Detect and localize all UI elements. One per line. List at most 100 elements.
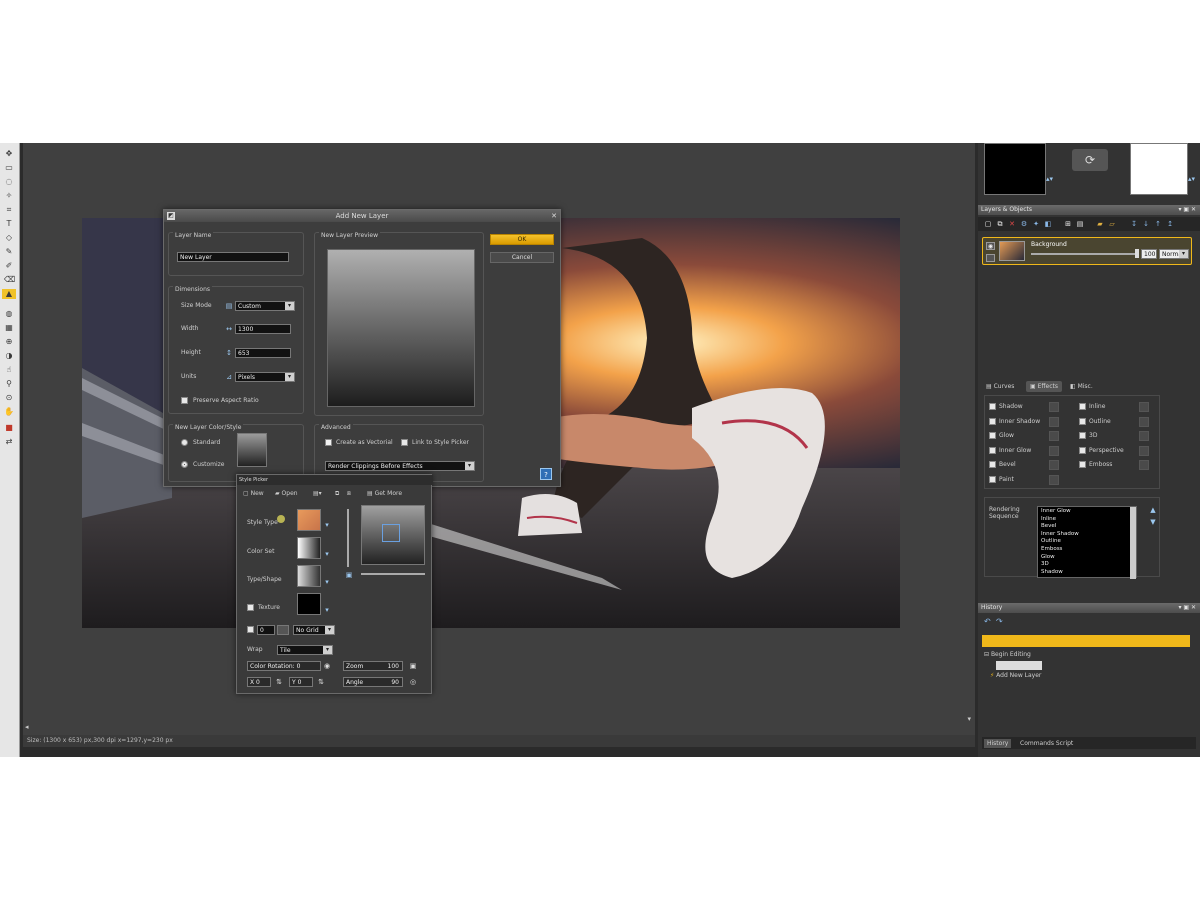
texture-menu-icon[interactable]: ▾ <box>323 606 331 614</box>
standard-radio[interactable] <box>181 439 188 446</box>
delete-layer-icon[interactable]: ✕ <box>1008 220 1016 228</box>
y-spin-icon[interactable]: ⇅ <box>317 678 325 686</box>
type-shape-swatch[interactable] <box>297 565 321 587</box>
effect-settings-icon[interactable] <box>1139 431 1149 441</box>
copy-icon[interactable]: ⧉ <box>335 490 339 498</box>
tab-history[interactable]: History <box>984 739 1012 748</box>
zoom-field[interactable]: Zoom 100 <box>343 661 403 671</box>
preserve-aspect-checkbox[interactable] <box>181 397 188 404</box>
effect-row[interactable]: Inner Shadow <box>989 416 1069 427</box>
zoom-icon[interactable]: ▣ <box>409 662 417 670</box>
history-item-add-layer[interactable]: ⚡ Add New Layer <box>990 672 1041 679</box>
dodge-tool-icon[interactable]: ◑ <box>4 351 14 361</box>
effect-settings-icon[interactable] <box>1049 416 1059 427</box>
effect-row[interactable]: Shadow <box>989 402 1069 412</box>
brush-tool-icon[interactable]: ✐ <box>4 261 14 271</box>
effect-row[interactable]: Inline <box>1079 402 1159 412</box>
move-tool-icon[interactable]: ✥ <box>4 149 14 159</box>
effect-settings-icon[interactable] <box>1049 445 1059 456</box>
crop-tool-icon[interactable]: ⌗ <box>4 205 14 215</box>
y-field[interactable]: Y 0 <box>289 677 313 687</box>
texture-swatch[interactable] <box>297 593 321 615</box>
opacity-input[interactable]: 100 <box>1141 249 1157 259</box>
render-order-select[interactable]: Render Clippings Before Effects ▾ <box>325 461 475 471</box>
style-type-swatch[interactable] <box>297 509 321 531</box>
zoom-tool-icon[interactable]: ⊙ <box>4 393 14 403</box>
effect-checkbox[interactable] <box>989 403 996 410</box>
effect-checkbox[interactable] <box>1079 461 1086 468</box>
shape-tool-icon[interactable]: ◇ <box>4 233 14 243</box>
x-spin-icon[interactable]: ⇅ <box>275 678 283 686</box>
group-icon[interactable]: ▰ <box>1096 220 1104 228</box>
tab-misc[interactable]: ◧ Misc. <box>1070 383 1093 390</box>
rendering-item[interactable]: Emboss <box>1041 546 1062 552</box>
rendering-item[interactable]: Shadow <box>1041 569 1063 575</box>
effect-settings-icon[interactable] <box>1049 474 1059 485</box>
new-style-button[interactable]: ▢ New <box>243 490 264 497</box>
effect-checkbox[interactable] <box>989 417 996 425</box>
history-controls-icon[interactable]: ▾ ▣ ✕ <box>1178 603 1196 613</box>
effect-checkbox[interactable] <box>1079 403 1086 410</box>
opacity-slider-handle[interactable] <box>1135 249 1139 258</box>
get-more-button[interactable]: ▤ Get More <box>367 490 402 497</box>
wrap-select[interactable]: Tile ▾ <box>277 645 333 655</box>
color-set-menu-icon[interactable]: ▾ <box>323 550 331 558</box>
eyedropper-tool-icon[interactable]: ⚲ <box>4 379 14 389</box>
ungroup-icon[interactable]: ▱ <box>1108 220 1116 228</box>
effect-checkbox[interactable] <box>989 446 996 454</box>
color-set-swatch[interactable] <box>297 537 321 559</box>
effect-checkbox[interactable] <box>989 475 996 483</box>
rotation-dial-icon[interactable]: ◉ <box>323 662 331 670</box>
history-item-begin[interactable]: ⊟ Begin Editing <box>984 651 1031 658</box>
scroll-left-icon[interactable]: ◂ <box>25 723 29 731</box>
tab-effects[interactable]: ▣ Effects <box>1026 381 1062 392</box>
height-input[interactable]: 653 <box>235 348 291 358</box>
new-layer-icon[interactable]: ▢ <box>984 220 992 228</box>
grid-number-input[interactable]: 0 <box>257 625 275 635</box>
gradient-vertical-slider[interactable] <box>347 509 349 567</box>
paste-icon[interactable]: ⧈ <box>347 490 351 498</box>
effect-row[interactable]: Perspective <box>1079 445 1159 456</box>
select-tool-icon[interactable]: ▭ <box>4 163 14 173</box>
pen-tool-icon[interactable]: ✎ <box>4 247 14 257</box>
active-tool-icon[interactable]: ▲ <box>2 289 16 299</box>
gradient-tool-icon[interactable]: ▦ <box>4 323 14 333</box>
rendering-item[interactable]: Glow <box>1041 554 1055 560</box>
eraser-tool-icon[interactable]: ⌫ <box>4 275 15 285</box>
panel-controls-icon[interactable]: ▾ ▣ ✕ <box>1178 205 1196 215</box>
refresh-icon[interactable]: ⟳ <box>1072 149 1108 171</box>
effect-checkbox[interactable] <box>1079 446 1086 454</box>
rendering-sequence-list[interactable]: Inner Glow Inline Bevel Inner Shadow Outline… <box>1037 506 1137 579</box>
move-down-icon[interactable]: ↧ <box>1130 220 1138 228</box>
sequence-up-icon[interactable]: ▲ <box>1149 506 1157 514</box>
layer-effects-icon[interactable]: ✦ <box>1032 220 1040 228</box>
navigator-scroll-icon[interactable]: ▴▾ <box>1046 175 1053 183</box>
save-menu-icon[interactable]: ▤▾ <box>313 490 322 497</box>
color-style-swatch[interactable] <box>237 433 267 467</box>
customize-radio[interactable] <box>181 461 188 468</box>
effect-row[interactable]: Bevel <box>989 460 1069 470</box>
units-select[interactable]: Pixels ▾ <box>235 372 295 382</box>
effect-checkbox[interactable] <box>1079 417 1086 425</box>
size-mode-select[interactable]: Custom ▾ <box>235 301 295 311</box>
gradient-reset-icon[interactable]: ▣ <box>345 571 353 579</box>
smudge-tool-icon[interactable]: ☝ <box>4 365 14 375</box>
color-thumbnail[interactable] <box>1130 143 1188 195</box>
opacity-slider[interactable] <box>1031 253 1139 255</box>
rendering-item[interactable]: Inline <box>1041 516 1056 522</box>
lasso-tool-icon[interactable]: ◌ <box>4 177 14 187</box>
effect-settings-icon[interactable] <box>1139 402 1149 412</box>
effect-checkbox[interactable] <box>1079 432 1086 439</box>
angle-dial-icon[interactable]: ◎ <box>409 678 417 686</box>
tab-commands-script[interactable]: Commands Script <box>1020 740 1073 747</box>
effect-row[interactable]: 3D <box>1079 431 1159 441</box>
blend-mode-select[interactable]: Normal ▾ <box>1159 249 1189 259</box>
rendering-item[interactable]: Bevel <box>1041 523 1056 529</box>
color-scroll-icon[interactable]: ▴▾ <box>1188 175 1195 183</box>
move-bottom-icon[interactable]: ↓ <box>1142 220 1150 228</box>
move-up-icon[interactable]: ↑ <box>1154 220 1162 228</box>
grid-preview-icon[interactable] <box>277 625 289 635</box>
fill-tool-icon[interactable]: ◍ <box>4 309 14 319</box>
link-style-checkbox[interactable] <box>401 439 408 446</box>
layer-row-background[interactable]: ◉ Background 100 Normal ▾ <box>982 237 1192 265</box>
